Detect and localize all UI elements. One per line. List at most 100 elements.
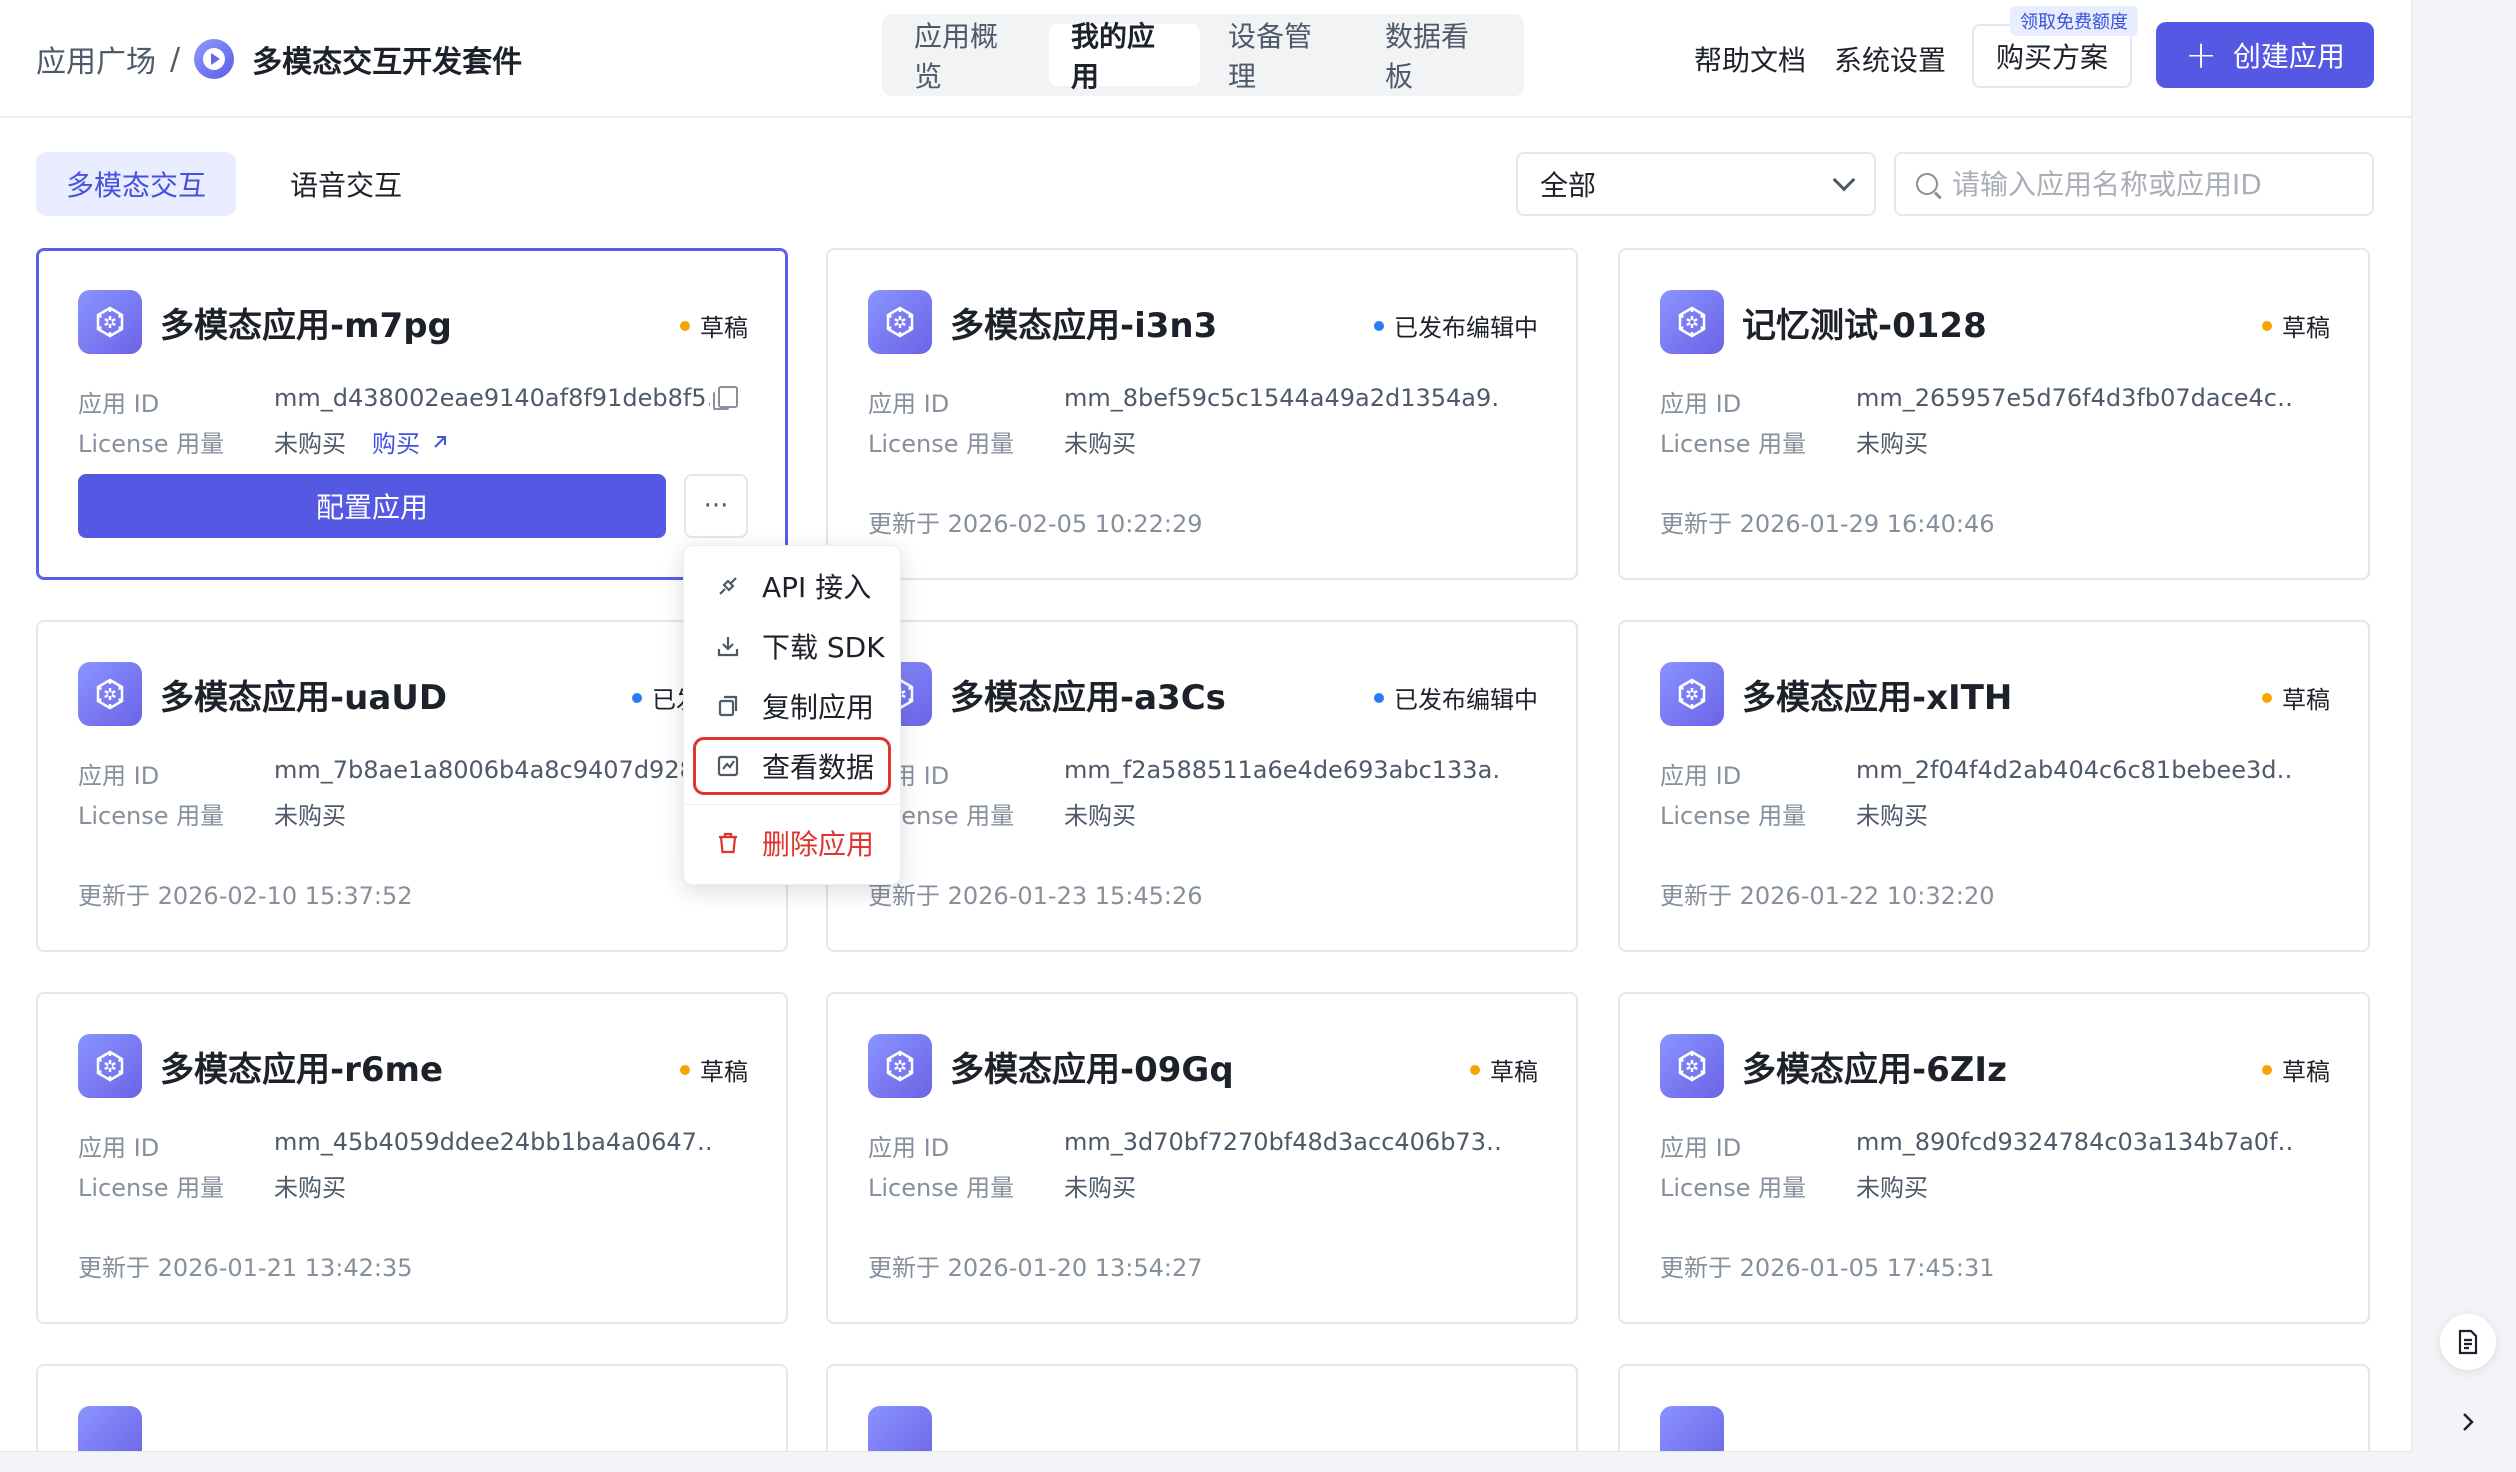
app-id-value: mm_2f04f4d2ab404c6c81bebee3d… — [1856, 756, 2292, 784]
status-badge: 已发布编辑中 — [1374, 308, 1538, 343]
link-icon — [719, 577, 737, 595]
app-card[interactable]: 多模态应用-a3Cs 已发布编辑中 应用 ID mm_f2a588511a6e4d… — [826, 620, 1578, 952]
status-dot — [2262, 692, 2272, 703]
app-icon — [1660, 662, 1724, 726]
app-card[interactable]: 记忆测试-0128 草稿 应用 ID mm_265957e5d76f4d3fb07… — [1618, 248, 2370, 580]
app-icon — [1660, 290, 1724, 354]
app-icon — [78, 1406, 142, 1451]
license-label: License 用量 — [1660, 802, 1807, 830]
search-box[interactable] — [1894, 152, 2374, 216]
license-value: 未购买 — [1856, 430, 1928, 458]
configure-app-button[interactable]: 配置应用 — [78, 474, 666, 538]
status-text: 草稿 — [700, 1058, 748, 1086]
copy-icon[interactable] — [713, 386, 738, 410]
breadcrumb-root[interactable]: 应用广场 — [36, 37, 156, 81]
app-id-value: mm_3d70bf7270bf48d3acc406b73… — [1064, 1128, 1500, 1156]
app-id-label: 应用 ID — [78, 762, 160, 790]
collapse-button[interactable] — [2440, 1394, 2496, 1450]
top-header: 应用广场 / 多模态交互开发套件 应用概览 我的应用 设备管理 数据看板 帮助文… — [0, 0, 2411, 118]
subtab-multimodal[interactable]: 多模态交互 — [36, 152, 237, 216]
tab-my-apps[interactable]: 我的应用 — [1049, 20, 1200, 93]
menu-item-download-sdk[interactable]: 下载 SDK — [684, 616, 900, 676]
kit-logo-icon — [194, 39, 235, 79]
app-icon — [1660, 1034, 1724, 1098]
subtab-voice[interactable]: 语音交互 — [260, 152, 432, 216]
app-name: 多模态应用-a3Cs — [950, 678, 1226, 718]
app-card-partial[interactable] — [826, 1364, 1578, 1451]
menu-item-label: 下载 SDK — [762, 631, 885, 664]
buy-link[interactable]: 购买 — [372, 424, 450, 459]
app-icon — [868, 1034, 932, 1098]
create-app-button[interactable]: + 创建应用 — [2156, 22, 2374, 88]
license-row: License 用量 未购买 — [868, 424, 1136, 459]
license-label: License 用量 — [868, 1174, 1015, 1202]
status-badge: 草稿 — [2262, 1052, 2330, 1087]
app-card[interactable]: 多模态应用-r6me 草稿 应用 ID mm_45b4059ddee24bb1ba… — [36, 992, 788, 1324]
menu-item-api[interactable]: API 接入 — [684, 556, 900, 616]
more-button[interactable]: ··· — [684, 474, 748, 538]
app-name: 多模态应用-uaUD — [160, 678, 448, 718]
app-card[interactable]: 多模态应用-6ZIz 草稿 应用 ID mm_890fcd9324784c03a1… — [1618, 992, 2370, 1324]
free-quota-badge[interactable]: 领取免费额度 — [2010, 6, 2138, 36]
updated-time: 更新于 2026-01-21 13:42:35 — [78, 1254, 413, 1282]
app-name: 多模态应用-6ZIz — [1742, 1050, 2007, 1090]
select-value: 全部 — [1540, 169, 1597, 202]
app-id-row: 应用 ID mm_265957e5d76f4d3fb07dace4c… — [1660, 384, 2292, 419]
tab-dashboard[interactable]: 数据看板 — [1363, 20, 1514, 93]
app-card[interactable]: 多模态应用-uaUD 已发布编 应用 IDmm_7b8ae1a8006b4a8c… — [36, 620, 788, 952]
app-id-label: 应用 ID — [868, 1134, 950, 1162]
search-icon — [1916, 173, 1938, 195]
tab-overview[interactable]: 应用概览 — [892, 20, 1043, 93]
external-arrow-icon — [434, 435, 446, 448]
app-card-partial[interactable] — [1618, 1364, 2370, 1451]
app-name: 多模态应用-09Gq — [950, 1050, 1234, 1090]
app-card[interactable]: 多模态应用-09Gq 草稿 应用 ID mm_3d70bf7270bf48d3ac… — [826, 992, 1578, 1324]
app-card[interactable]: 多模态应用-xITH 草稿 应用 ID mm_2f04f4d2ab404c6c81… — [1618, 620, 2370, 952]
search-input[interactable] — [1952, 167, 2352, 201]
license-label: License 用量 — [78, 802, 225, 830]
license-row: License 用量 未购买 — [868, 1168, 1136, 1203]
tab-devices[interactable]: 设备管理 — [1206, 20, 1357, 93]
app-icon — [78, 662, 142, 726]
app-icon — [78, 290, 142, 354]
status-text: 草稿 — [700, 314, 748, 342]
breadcrumb-separator: / — [170, 41, 181, 77]
app-name: 多模态应用-xITH — [1742, 678, 2013, 718]
menu-item-label: API 接入 — [762, 571, 872, 604]
status-text: 草稿 — [1490, 1058, 1538, 1086]
document-float-button[interactable] — [2440, 1314, 2496, 1370]
license-row: License 用量 未购买 — [78, 796, 346, 831]
status-dot — [2262, 320, 2272, 331]
app-id-value: mm_890fcd9324784c03a134b7a0f… — [1856, 1128, 2292, 1156]
plus-icon: + — [2185, 33, 2217, 77]
menu-item-copy-app[interactable]: 复制应用 — [684, 676, 900, 736]
app-id-label: 应用 ID — [1660, 1134, 1742, 1162]
menu-item-view-data[interactable]: 查看数据 — [692, 736, 892, 796]
status-text: 草稿 — [2282, 686, 2330, 714]
app-card[interactable]: 多模态应用-i3n3 已发布编辑中 应用 ID mm_8bef59c5c1544a… — [826, 248, 1578, 580]
app-id-row: 应用 ID mm_2f04f4d2ab404c6c81bebee3d… — [1660, 756, 2292, 791]
license-row: License 用量 未购买 — [868, 796, 1136, 831]
license-label: License 用量 — [78, 430, 225, 458]
status-dot — [1374, 320, 1384, 331]
status-badge: 草稿 — [680, 308, 748, 343]
copy-icon — [718, 695, 738, 717]
app-id-row: 应用 ID mm_d438002eae9140af8f91deb8f5… — [78, 384, 710, 419]
app-card-partial[interactable] — [36, 1364, 788, 1451]
app-id-value: mm_265957e5d76f4d3fb07dace4c… — [1856, 384, 2292, 412]
status-filter-select[interactable]: 全部 — [1516, 152, 1876, 216]
breadcrumb: 应用广场 / 多模态交互开发套件 — [36, 34, 522, 84]
app-context-menu: API 接入 下载 SDK 复制应用 查看数据 删除应用 — [683, 545, 901, 885]
menu-item-delete-app[interactable]: 删除应用 — [684, 813, 900, 873]
license-label: License 用量 — [1660, 430, 1807, 458]
license-label: License 用量 — [78, 1174, 225, 1202]
chevron-down-icon — [1832, 168, 1856, 192]
license-label: License 用量 — [868, 430, 1015, 458]
system-settings-link[interactable]: 系统设置 — [1834, 34, 1946, 84]
app-card[interactable]: 多模态应用-m7pg 草稿 应用 ID mm_d438002eae9140af8f… — [36, 248, 788, 580]
app-id-label: 应用 ID — [1660, 762, 1742, 790]
updated-time: 更新于 2026-01-22 10:32:20 — [1660, 882, 1995, 910]
help-docs-link[interactable]: 帮助文档 — [1694, 34, 1806, 84]
status-badge: 已发布编辑中 — [1374, 680, 1538, 715]
license-label: License 用量 — [1660, 1174, 1807, 1202]
